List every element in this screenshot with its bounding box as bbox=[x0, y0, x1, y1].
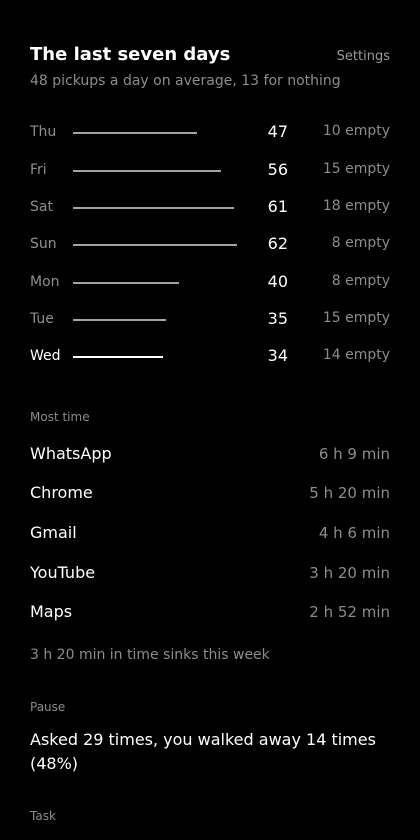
time-sinks-note: 3 h 20 min in time sinks this week bbox=[30, 647, 270, 663]
pickups-count: 62 bbox=[267, 234, 288, 253]
app-row-youtube[interactable]: YouTube 3 h 20 min bbox=[0, 556, 420, 590]
pickups-count: 56 bbox=[267, 160, 288, 179]
page-subtitle: 48 pickups a day on average, 13 for noth… bbox=[30, 73, 341, 89]
app-usage-time: 2 h 52 min bbox=[309, 603, 390, 621]
most-time-heading: Most time bbox=[30, 410, 90, 424]
app-name: Maps bbox=[30, 602, 73, 621]
day-label: Wed bbox=[30, 348, 61, 364]
day-row-wed[interactable]: Wed 34 14 empty bbox=[0, 341, 420, 371]
pause-heading: Pause bbox=[30, 700, 66, 714]
pickups-bar bbox=[73, 207, 234, 209]
pickups-bar bbox=[73, 132, 197, 134]
task-heading: Task bbox=[30, 809, 56, 823]
day-label: Fri bbox=[30, 162, 47, 178]
day-row-fri[interactable]: Fri 56 15 empty bbox=[0, 155, 420, 185]
pickups-bar bbox=[73, 170, 221, 172]
pause-summary: Asked 29 times, you walked away 14 times… bbox=[30, 730, 376, 773]
empty-pickups-count: 14 empty bbox=[322, 347, 390, 363]
day-label: Thu bbox=[30, 124, 57, 140]
app-usage-time: 5 h 20 min bbox=[309, 484, 390, 502]
day-row-sat[interactable]: Sat 61 18 empty bbox=[0, 192, 420, 222]
pickups-bar bbox=[73, 244, 237, 246]
settings-link[interactable]: Settings bbox=[337, 49, 390, 64]
app-row-maps[interactable]: Maps 2 h 52 min bbox=[0, 595, 420, 629]
day-row-sun[interactable]: Sun 62 8 empty bbox=[0, 229, 420, 259]
empty-pickups-count: 10 empty bbox=[322, 123, 390, 139]
pickups-count: 34 bbox=[267, 346, 288, 365]
app-usage-time: 3 h 20 min bbox=[309, 564, 390, 582]
pickups-count: 47 bbox=[267, 122, 288, 141]
app-usage-time: 4 h 6 min bbox=[318, 524, 390, 542]
app-name: WhatsApp bbox=[30, 444, 112, 463]
day-row-mon[interactable]: Mon 40 8 empty bbox=[0, 267, 420, 297]
weekly-summary-screen: The last seven days Settings 48 pickups … bbox=[0, 0, 420, 840]
app-usage-time: 6 h 9 min bbox=[318, 445, 390, 463]
pickups-bar bbox=[73, 356, 163, 358]
day-row-tue[interactable]: Tue 35 15 empty bbox=[0, 304, 420, 334]
day-label: Sat bbox=[30, 199, 53, 215]
empty-pickups-count: 8 empty bbox=[331, 273, 390, 289]
day-label: Tue bbox=[30, 311, 54, 327]
page-title: The last seven days bbox=[30, 44, 231, 65]
empty-pickups-count: 15 empty bbox=[322, 310, 390, 326]
app-name: Gmail bbox=[30, 523, 77, 542]
day-label: Sun bbox=[30, 236, 57, 252]
day-label: Mon bbox=[30, 274, 60, 290]
app-row-gmail[interactable]: Gmail 4 h 6 min bbox=[0, 516, 420, 550]
empty-pickups-count: 8 empty bbox=[331, 235, 390, 251]
app-row-whatsapp[interactable]: WhatsApp 6 h 9 min bbox=[0, 437, 420, 471]
pickups-bar bbox=[73, 319, 166, 321]
app-name: Chrome bbox=[30, 483, 93, 502]
pickups-count: 40 bbox=[267, 272, 288, 291]
empty-pickups-count: 18 empty bbox=[322, 198, 390, 214]
empty-pickups-count: 15 empty bbox=[322, 161, 390, 177]
pickups-count: 61 bbox=[267, 197, 288, 216]
pickups-bar bbox=[73, 282, 179, 284]
day-row-thu[interactable]: Thu 47 10 empty bbox=[0, 117, 420, 147]
app-name: YouTube bbox=[30, 563, 96, 582]
app-row-chrome[interactable]: Chrome 5 h 20 min bbox=[0, 476, 420, 510]
pickups-count: 35 bbox=[267, 309, 288, 328]
